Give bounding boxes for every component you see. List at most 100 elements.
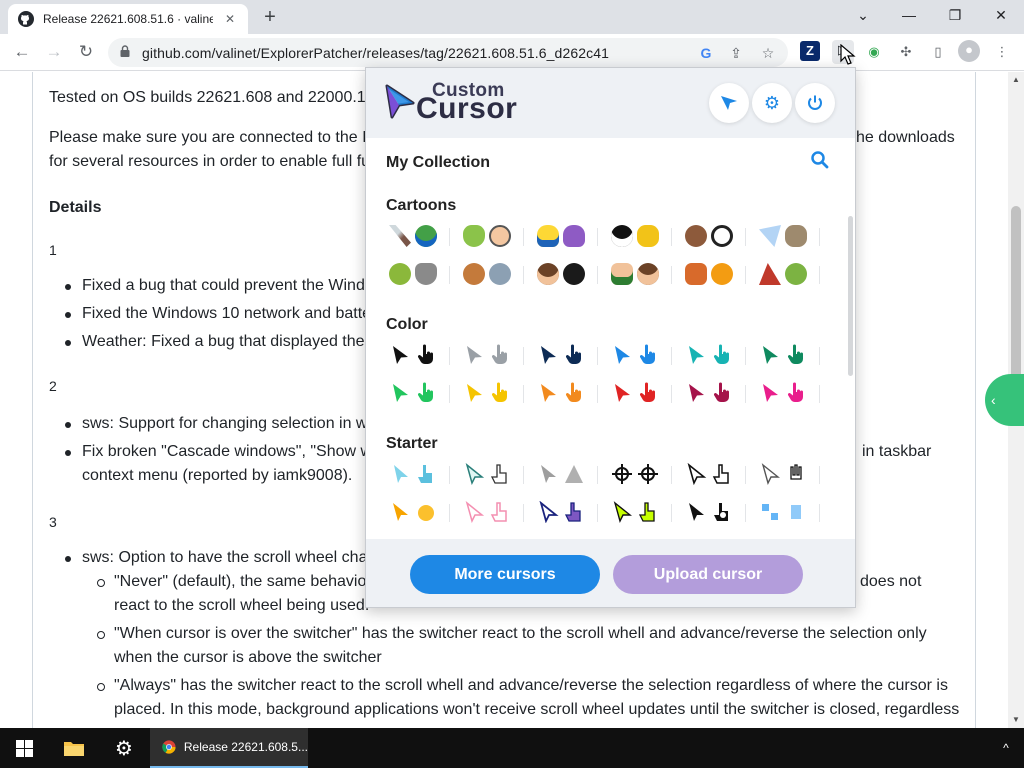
- new-tab-button[interactable]: +: [258, 6, 282, 30]
- custom-cursor-popup: Custom Cursor ⚙ My Collection Cartoons C…: [365, 67, 856, 608]
- address-bar[interactable]: github.com/valinet/ExplorerPatcher/relea…: [108, 38, 788, 67]
- cursor-pack-starter[interactable]: [678, 498, 746, 526]
- share-icon[interactable]: ⇪: [726, 43, 746, 63]
- list-item: Fixed a bug that could prevent the Wind: [65, 274, 365, 298]
- cursor-pack-starter[interactable]: [456, 498, 524, 526]
- color-cursor-pack[interactable]: [382, 379, 450, 407]
- color-cursor-pack[interactable]: [752, 341, 820, 369]
- close-window-button[interactable]: ✕: [978, 0, 1024, 30]
- star-cursor-icon: [393, 503, 408, 521]
- color-cursor-pack[interactable]: [530, 379, 598, 407]
- cursor-pack-starter[interactable]: [752, 460, 820, 488]
- gear-icon: ⚙: [763, 92, 781, 113]
- hand-cursor-icon: [490, 464, 507, 484]
- back-button[interactable]: ←: [8, 38, 36, 66]
- settings-button[interactable]: ⚙: [752, 83, 792, 123]
- cursor-pack-tom-jerry[interactable]: [456, 260, 524, 288]
- scroll-up-arrow-icon[interactable]: ▲: [1008, 72, 1024, 88]
- settings-taskbar-button[interactable]: ⚙: [100, 728, 148, 768]
- power-button[interactable]: [795, 83, 835, 123]
- cursor-pack-dragon[interactable]: [530, 260, 598, 288]
- yin-yang-hand-icon: [714, 503, 728, 521]
- start-button[interactable]: [0, 728, 48, 768]
- list-item-continuation: context menu (reported by iamk9008).: [82, 467, 353, 484]
- popup-body: My Collection Cartoons Color Starter: [366, 138, 855, 539]
- cursor-pack-minions[interactable]: [530, 222, 598, 250]
- file-explorer-button[interactable]: [50, 728, 98, 768]
- dragon-icon: [563, 263, 585, 285]
- show-hidden-icons-chevron-icon[interactable]: ^: [994, 728, 1018, 768]
- extensions-puzzle-icon[interactable]: ✣: [896, 42, 916, 62]
- cursor-pack-starter[interactable]: [382, 498, 450, 526]
- forward-button[interactable]: →: [40, 38, 68, 66]
- scroll-down-arrow-icon[interactable]: ▼: [1008, 712, 1024, 728]
- restore-button[interactable]: ❐: [932, 0, 978, 30]
- logo-text-bottom: Cursor: [416, 92, 518, 125]
- hand-cursor-icon: [639, 344, 655, 364]
- tested-builds-text: Tested on OS builds 22621.608 and 22000.…: [49, 89, 375, 106]
- cursor-pack-garfield[interactable]: [678, 260, 746, 288]
- tab-close-icon[interactable]: ✕: [222, 12, 238, 26]
- upload-cursor-button[interactable]: Upload cursor: [613, 555, 803, 594]
- cursor-pack-starter[interactable]: [604, 498, 672, 526]
- cursor-pointer-button[interactable]: [709, 83, 749, 123]
- cursor-pack-bird[interactable]: [752, 222, 820, 250]
- profile-avatar[interactable]: ●: [958, 40, 980, 62]
- color-cursor-pack[interactable]: [752, 379, 820, 407]
- sub-list-item-end: does not: [860, 573, 922, 590]
- search-icon[interactable]: [810, 150, 830, 170]
- sub-list-item-continuation: placed. In this mode, background applica…: [114, 701, 960, 718]
- google-translate-icon[interactable]: G: [696, 43, 716, 63]
- grammar-extension-icon[interactable]: ◉: [864, 42, 884, 62]
- triangle-cursor-icon: [565, 465, 583, 483]
- cursor-pack-bears[interactable]: [678, 222, 746, 250]
- dog-icon: [759, 263, 781, 285]
- section-number-3: 3: [49, 514, 57, 530]
- cursor-pack-starter[interactable]: [456, 460, 524, 488]
- section-title-starter: Starter: [386, 435, 438, 452]
- cursor-pack-shrek[interactable]: [382, 260, 450, 288]
- color-cursor-pack[interactable]: [530, 341, 598, 369]
- extension-icon[interactable]: Z: [800, 41, 820, 61]
- more-cursors-button[interactable]: More cursors: [410, 555, 600, 594]
- cursor-pack-sailor[interactable]: [456, 222, 524, 250]
- chrome-taskbar-button[interactable]: Release 22621.608.5...: [150, 728, 308, 768]
- cursor-pack-grinch[interactable]: [752, 260, 820, 288]
- color-cursor-pack[interactable]: [456, 341, 524, 369]
- cursor-pack-starter[interactable]: [604, 460, 672, 488]
- popup-scroll-thumb[interactable]: [848, 216, 853, 376]
- cursor-pack-turtles[interactable]: [382, 222, 450, 250]
- browser-tab[interactable]: Release 22621.608.51.6 · valinet/E ✕: [8, 4, 248, 34]
- color-cursor-pack[interactable]: [604, 341, 672, 369]
- cursor-pack-starter[interactable]: [382, 460, 450, 488]
- color-cursor-pack[interactable]: [456, 379, 524, 407]
- cursor-pack-starter[interactable]: [752, 498, 820, 526]
- tab-search-chevron-icon[interactable]: ⌄: [840, 0, 886, 30]
- cursor-pack-starter[interactable]: [530, 460, 598, 488]
- side-panel-icon[interactable]: ▯: [928, 42, 948, 62]
- reload-button[interactable]: ↻: [72, 38, 100, 66]
- bag-icon: [637, 225, 659, 247]
- cursor-pack-felix[interactable]: [604, 222, 672, 250]
- arrow-cursor-icon: [465, 463, 485, 485]
- cursor-pack-starter[interactable]: [678, 460, 746, 488]
- color-cursor-pack[interactable]: [382, 341, 450, 369]
- bird-icon: [759, 225, 781, 247]
- popup-footer: More cursors Upload cursor: [366, 539, 855, 607]
- chrome-menu-icon[interactable]: ⋮: [992, 42, 1012, 62]
- color-cursor-pack[interactable]: [678, 341, 746, 369]
- arrow-cursor-icon: [689, 346, 704, 364]
- hand-cursor-icon: [491, 382, 507, 402]
- color-cursor-pack[interactable]: [604, 379, 672, 407]
- bookmark-star-icon[interactable]: ☆: [758, 43, 778, 63]
- arrow-cursor-icon: [393, 346, 408, 364]
- lock-icon[interactable]: [120, 45, 130, 57]
- color-cursor-pack[interactable]: [678, 379, 746, 407]
- arrow-cursor-icon: [541, 346, 556, 364]
- hand-cursor-icon: [639, 382, 655, 402]
- sub-list-item: "Never" (default), the same behavio: [96, 570, 366, 594]
- arrow-cursor-icon: [539, 501, 559, 523]
- cursor-pack-ben10[interactable]: [604, 260, 672, 288]
- minimize-button[interactable]: —: [886, 0, 932, 30]
- cursor-pack-starter[interactable]: [530, 498, 598, 526]
